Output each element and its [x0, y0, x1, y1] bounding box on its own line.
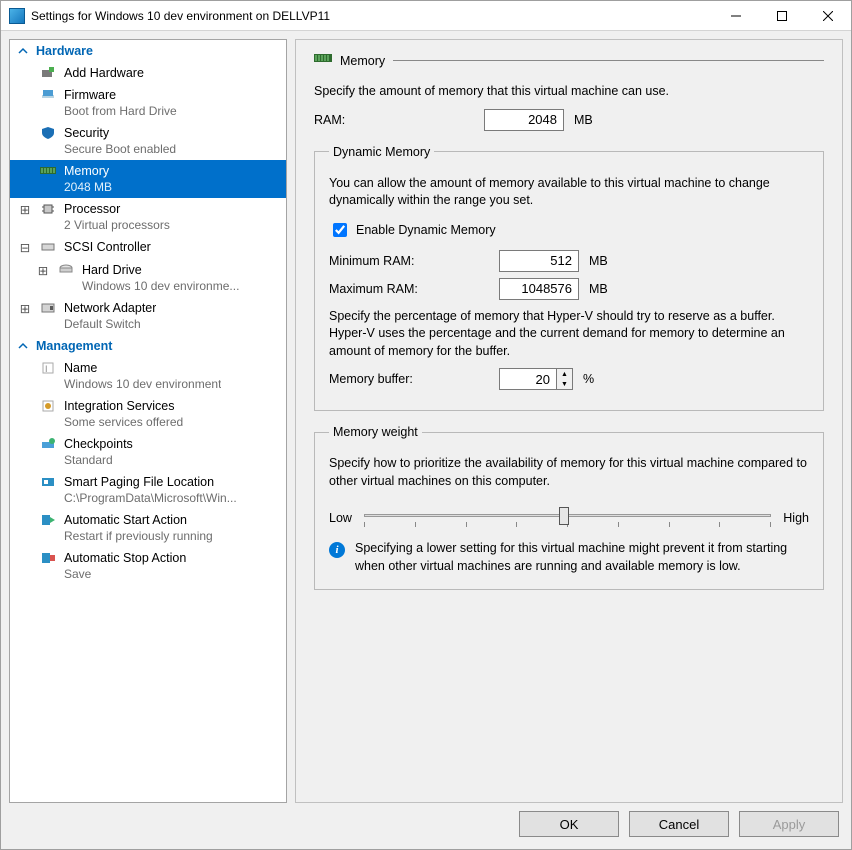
- memory-icon: [40, 163, 56, 179]
- page-title: Memory: [340, 54, 385, 68]
- app-icon: [9, 8, 25, 24]
- close-button[interactable]: [805, 1, 851, 31]
- window-title: Settings for Windows 10 dev environment …: [31, 9, 330, 23]
- slider-low-label: Low: [329, 511, 352, 525]
- expand-icon[interactable]: ⊞: [18, 301, 32, 317]
- checkpoints-icon: [40, 436, 56, 452]
- dynamic-desc: You can allow the amount of memory avail…: [329, 175, 809, 210]
- collapse-icon[interactable]: ⊟: [18, 240, 32, 256]
- sidebar-item-scsi-controller[interactable]: ⊟ SCSI Controller: [10, 236, 286, 259]
- sidebar: Hardware Add Hardware FirmwareBoot from …: [9, 39, 287, 803]
- sidebar-item-auto-stop[interactable]: Automatic Stop ActionSave: [10, 547, 286, 585]
- weight-info: Specifying a lower setting for this virt…: [355, 540, 809, 575]
- svg-text:I: I: [45, 364, 48, 374]
- section-management[interactable]: Management: [10, 335, 286, 357]
- expand-icon[interactable]: ⊞: [36, 263, 50, 279]
- ok-button[interactable]: OK: [519, 811, 619, 837]
- caret-up-icon: [16, 44, 30, 58]
- sidebar-item-smart-paging[interactable]: Smart Paging File LocationC:\ProgramData…: [10, 471, 286, 509]
- min-ram-label: Minimum RAM:: [329, 254, 499, 268]
- settings-window: Settings for Windows 10 dev environment …: [0, 0, 852, 850]
- slider-high-label: High: [783, 511, 809, 525]
- sidebar-item-name[interactable]: I NameWindows 10 dev environment: [10, 357, 286, 395]
- maximize-button[interactable]: [759, 1, 805, 31]
- max-ram-input[interactable]: [499, 278, 579, 300]
- add-hardware-icon: [40, 65, 56, 81]
- dynamic-memory-group: Dynamic Memory You can allow the amount …: [314, 145, 824, 412]
- buffer-spinner[interactable]: ▲▼: [499, 368, 573, 390]
- expand-icon[interactable]: ⊞: [18, 202, 32, 218]
- min-ram-input[interactable]: [499, 250, 579, 272]
- slider-thumb[interactable]: [559, 507, 569, 525]
- enable-dynamic-label: Enable Dynamic Memory: [356, 223, 496, 237]
- apply-button[interactable]: Apply: [739, 811, 839, 837]
- sidebar-item-processor[interactable]: ⊞ Processor2 Virtual processors: [10, 198, 286, 236]
- max-ram-label: Maximum RAM:: [329, 282, 499, 296]
- sidebar-item-security[interactable]: SecuritySecure Boot enabled: [10, 122, 286, 160]
- weight-legend: Memory weight: [329, 425, 422, 439]
- controller-icon: [40, 239, 56, 255]
- memory-icon: [314, 52, 332, 69]
- buffer-label: Memory buffer:: [329, 372, 499, 386]
- sidebar-item-network-adapter[interactable]: ⊞ Network AdapterDefault Switch: [10, 297, 286, 335]
- name-icon: I: [40, 360, 56, 376]
- main-panel: Memory Specify the amount of memory that…: [295, 39, 843, 803]
- weight-desc: Specify how to prioritize the availabili…: [329, 455, 809, 490]
- caret-up-icon: [16, 339, 30, 353]
- section-hardware[interactable]: Hardware: [10, 40, 286, 62]
- firmware-icon: [40, 87, 56, 103]
- intro-text: Specify the amount of memory that this v…: [314, 83, 824, 101]
- sidebar-item-memory[interactable]: Memory2048 MB: [10, 160, 286, 198]
- sidebar-item-firmware[interactable]: FirmwareBoot from Hard Drive: [10, 84, 286, 122]
- enable-dynamic-checkbox[interactable]: [333, 223, 347, 237]
- dynamic-legend: Dynamic Memory: [329, 145, 434, 159]
- network-adapter-icon: [40, 300, 56, 316]
- cancel-button[interactable]: Cancel: [629, 811, 729, 837]
- minimize-button[interactable]: [713, 1, 759, 31]
- processor-icon: [40, 201, 56, 217]
- ram-unit: MB: [574, 113, 593, 127]
- buffer-input[interactable]: [500, 369, 556, 389]
- titlebar[interactable]: Settings for Windows 10 dev environment …: [1, 1, 851, 31]
- hard-drive-icon: [58, 262, 74, 278]
- ram-input[interactable]: [484, 109, 564, 131]
- sidebar-item-integration-services[interactable]: Integration ServicesSome services offere…: [10, 395, 286, 433]
- sidebar-item-hard-drive[interactable]: ⊞ Hard DriveWindows 10 dev environme...: [10, 259, 286, 297]
- buffer-desc: Specify the percentage of memory that Hy…: [329, 308, 809, 361]
- sidebar-item-add-hardware[interactable]: Add Hardware: [10, 62, 286, 84]
- weight-slider[interactable]: [364, 504, 771, 532]
- shield-icon: [40, 125, 56, 141]
- info-icon: i: [329, 542, 345, 558]
- integration-icon: [40, 398, 56, 414]
- auto-start-icon: [40, 512, 56, 528]
- auto-stop-icon: [40, 550, 56, 566]
- spinner-down-icon[interactable]: ▼: [557, 379, 572, 389]
- sidebar-item-checkpoints[interactable]: CheckpointsStandard: [10, 433, 286, 471]
- ram-label: RAM:: [314, 113, 484, 127]
- sidebar-item-auto-start[interactable]: Automatic Start ActionRestart if previou…: [10, 509, 286, 547]
- spinner-up-icon[interactable]: ▲: [557, 369, 572, 379]
- memory-weight-group: Memory weight Specify how to prioritize …: [314, 425, 824, 590]
- paging-icon: [40, 474, 56, 490]
